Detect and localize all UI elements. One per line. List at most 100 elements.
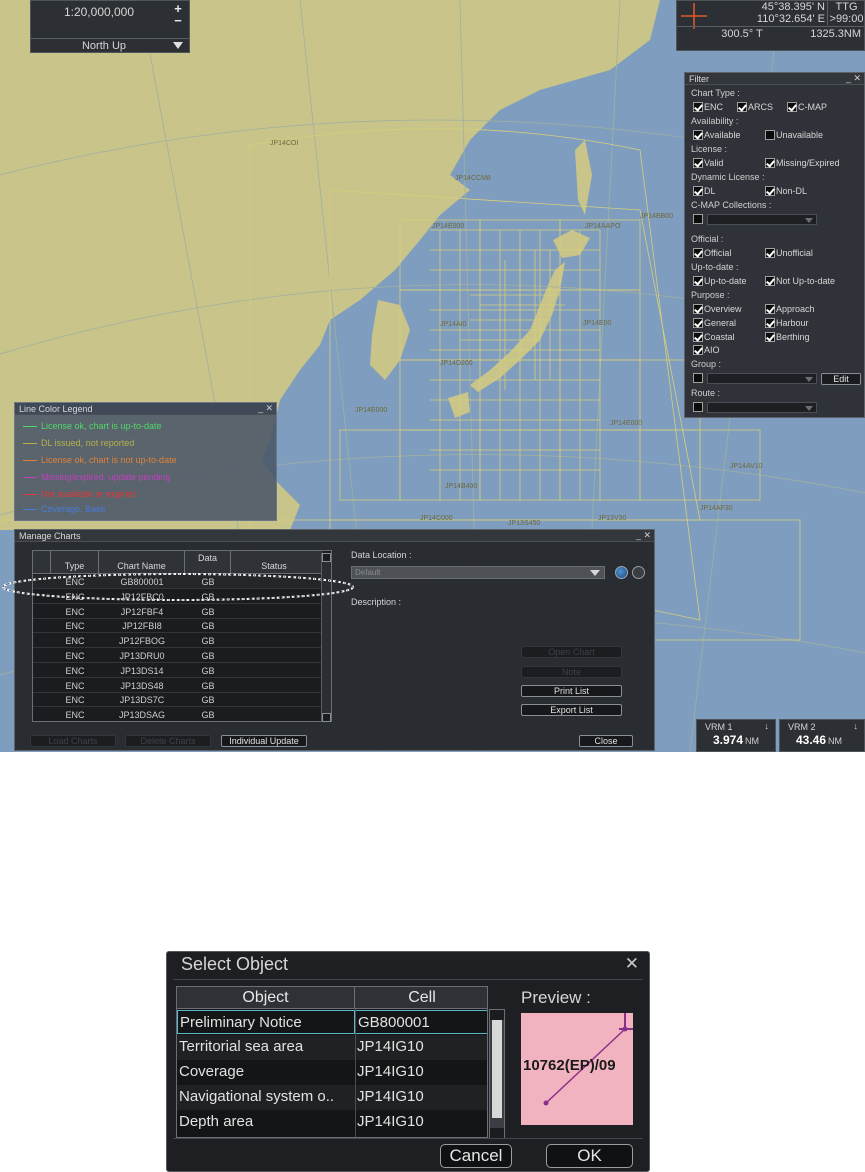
- table-row[interactable]: ENC JP13DSAG GB: [33, 708, 323, 721]
- load-charts-button[interactable]: Load Charts: [30, 735, 116, 747]
- note-button[interactable]: Note: [521, 666, 622, 678]
- filter-checkbox-up-to-date[interactable]: Up-to-date: [693, 276, 747, 286]
- eject-icon[interactable]: [632, 566, 645, 579]
- route-select[interactable]: [707, 402, 817, 413]
- object-table-scrollbar[interactable]: [489, 1009, 505, 1139]
- object-row[interactable]: Preliminary Notice GB800001: [177, 1010, 487, 1035]
- table-row[interactable]: ENC JP12FBI8 GB: [33, 619, 323, 634]
- group-select[interactable]: [707, 373, 817, 384]
- checkbox-checked-icon[interactable]: [765, 276, 775, 286]
- filter-checkbox-official[interactable]: Official: [693, 248, 731, 258]
- filter-checkbox-approach[interactable]: Approach: [765, 304, 815, 314]
- window-controls[interactable]: _ ✕: [846, 73, 861, 84]
- filter-checkbox-valid[interactable]: Valid: [693, 158, 723, 168]
- filter-checkbox-available[interactable]: Available: [693, 130, 740, 140]
- checkbox-unchecked-icon[interactable]: [765, 130, 775, 140]
- data-location-select[interactable]: Default: [351, 566, 605, 579]
- individual-update-button[interactable]: Individual Update: [221, 735, 307, 747]
- filter-checkbox-group[interactable]: [693, 373, 703, 383]
- edit-group-button[interactable]: Edit: [821, 373, 861, 385]
- filter-checkbox-arcs[interactable]: ARCS: [737, 102, 773, 112]
- filter-checkbox-enc[interactable]: ENC: [693, 102, 723, 112]
- orientation-mode-select[interactable]: North Up: [41, 40, 167, 52]
- filter-checkbox-unavailable[interactable]: Unavailable: [765, 130, 823, 140]
- filter-checkbox-coastal[interactable]: Coastal: [693, 332, 735, 342]
- column-header-object[interactable]: Object: [177, 987, 355, 1009]
- export-list-button[interactable]: Export List: [521, 704, 622, 716]
- object-row[interactable]: Navigational system o.. JP14IG10: [177, 1085, 487, 1110]
- filter-checkbox-overview[interactable]: Overview: [693, 304, 742, 314]
- checkbox-checked-icon[interactable]: [737, 102, 747, 112]
- arrow-down-icon[interactable]: ↓: [765, 721, 770, 731]
- preview-label: Preview :: [521, 988, 591, 1007]
- delete-charts-button[interactable]: Delete Charts: [125, 735, 211, 747]
- checkbox-checked-icon[interactable]: [765, 186, 775, 196]
- cmap-collections-select[interactable]: [707, 214, 817, 225]
- filter-checkbox-unofficial[interactable]: Unofficial: [765, 248, 813, 258]
- checkbox-checked-icon[interactable]: [693, 130, 703, 140]
- checkbox-unchecked-icon[interactable]: [693, 373, 703, 383]
- scroll-up-arrow-icon[interactable]: [322, 553, 331, 562]
- close-icon[interactable]: ✕: [625, 954, 639, 974]
- checkbox-checked-icon[interactable]: [765, 158, 775, 168]
- checkbox-checked-icon[interactable]: [787, 102, 797, 112]
- chart-label: JP14E000: [610, 420, 642, 427]
- legend-item: Coverage, Base: [23, 504, 106, 514]
- table-row[interactable]: ENC JP13DS48 GB: [33, 679, 323, 693]
- vrm1-readout[interactable]: VRM 1 ↓ 3.974 NM: [696, 719, 776, 752]
- filter-checkbox-aio[interactable]: AIO: [693, 345, 720, 355]
- checkbox-checked-icon[interactable]: [693, 158, 703, 168]
- table-row[interactable]: ENC JP12FBOG GB: [33, 634, 323, 649]
- scroll-up-arrow-icon[interactable]: [490, 1010, 504, 1020]
- checkbox-checked-icon[interactable]: [765, 318, 775, 328]
- column-header-cell[interactable]: Cell: [355, 987, 487, 1009]
- filter-checkbox-not-up-to-date[interactable]: Not Up-to-date: [765, 276, 835, 286]
- filter-checkbox-missing-expired[interactable]: Missing/Expired: [765, 158, 840, 168]
- option-label: AIO: [704, 345, 720, 355]
- checkbox-checked-icon[interactable]: [693, 248, 703, 258]
- refresh-icon[interactable]: [615, 566, 628, 579]
- open-chart-button[interactable]: Open Chart: [521, 646, 622, 658]
- checkbox-checked-icon[interactable]: [693, 276, 703, 286]
- window-controls[interactable]: _ ✕: [258, 403, 273, 414]
- close-button[interactable]: Close: [579, 735, 633, 747]
- checkbox-checked-icon[interactable]: [693, 304, 703, 314]
- print-list-button[interactable]: Print List: [521, 685, 622, 697]
- checkbox-checked-icon[interactable]: [765, 248, 775, 258]
- object-row[interactable]: Coverage JP14IG10: [177, 1060, 487, 1085]
- table-row[interactable]: ENC JP12FBF4 GB: [33, 605, 323, 619]
- checkbox-checked-icon[interactable]: [693, 318, 703, 328]
- checkbox-unchecked-icon[interactable]: [693, 214, 703, 224]
- object-row[interactable]: Depth area JP14IG10: [177, 1110, 487, 1135]
- cancel-button[interactable]: Cancel: [440, 1144, 512, 1168]
- cell-name: JP13DS7C: [119, 695, 165, 706]
- filter-checkbox-cmap[interactable]: C-MAP: [787, 102, 827, 112]
- filter-checkbox-route[interactable]: [693, 402, 703, 412]
- checkbox-checked-icon[interactable]: [693, 332, 703, 342]
- scrollbar-thumb[interactable]: [492, 1020, 502, 1118]
- filter-checkbox-harbour[interactable]: Harbour: [765, 318, 809, 328]
- checkbox-unchecked-icon[interactable]: [693, 402, 703, 412]
- zoom-out-button[interactable]: −: [171, 14, 185, 27]
- checkbox-checked-icon[interactable]: [693, 345, 703, 355]
- checkbox-checked-icon[interactable]: [693, 102, 703, 112]
- object-row[interactable]: Territorial sea area JP14IG10: [177, 1035, 487, 1060]
- filter-checkbox-berthing[interactable]: Berthing: [765, 332, 810, 342]
- table-row[interactable]: ENC JP13DS14 GB: [33, 664, 323, 678]
- checkbox-checked-icon[interactable]: [765, 304, 775, 314]
- filter-checkbox-cmap-collections[interactable]: [693, 214, 703, 224]
- arrow-down-icon[interactable]: ↓: [854, 721, 859, 731]
- checkbox-checked-icon[interactable]: [693, 186, 703, 196]
- filter-checkbox-dl[interactable]: DL: [693, 186, 716, 196]
- chevron-down-icon[interactable]: [173, 42, 183, 49]
- table-row[interactable]: ENC JP13DRU0 GB: [33, 649, 323, 663]
- filter-checkbox-non-dl[interactable]: Non-DL: [765, 186, 807, 196]
- scroll-down-arrow-icon[interactable]: [322, 713, 331, 722]
- filter-checkbox-general[interactable]: General: [693, 318, 736, 328]
- checkbox-checked-icon[interactable]: [765, 332, 775, 342]
- ok-button[interactable]: OK: [546, 1144, 633, 1168]
- vrm2-readout[interactable]: VRM 2 ↓ 43.46 NM: [779, 719, 865, 752]
- table-row[interactable]: ENC JP13DS7C GB: [33, 693, 323, 708]
- scroll-down-arrow-icon[interactable]: [490, 1128, 504, 1138]
- window-controls[interactable]: _ ✕: [636, 530, 651, 541]
